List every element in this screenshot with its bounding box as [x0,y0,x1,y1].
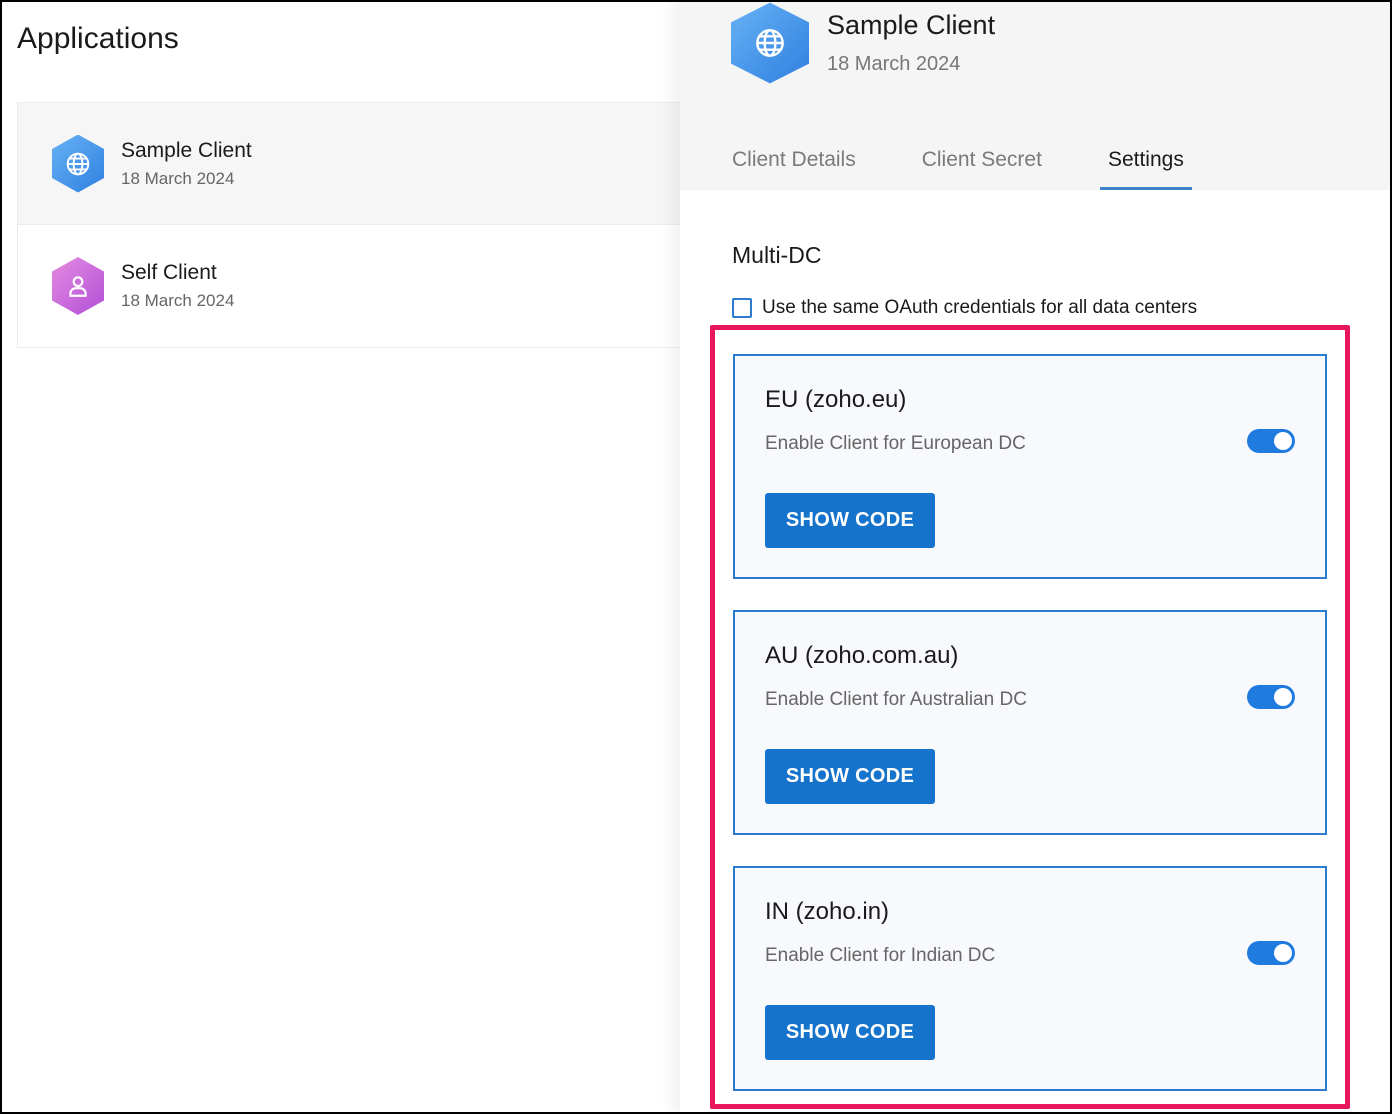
detail-header: Sample Client 18 March 2024 Client Detai… [680,0,1392,190]
detail-client-name: Sample Client [827,10,996,40]
detail-client-date: 18 March 2024 [827,53,961,75]
dc-description: Enable Client for Indian DC [765,945,996,966]
tab-settings[interactable]: Settings [1099,130,1192,190]
same-credentials-checkbox[interactable] [732,298,752,318]
globe-icon [52,134,104,193]
toggle-knob [1274,944,1292,962]
application-name: Sample Client [121,138,252,162]
toggle-knob [1274,688,1292,706]
tab-client-details[interactable]: Client Details [732,130,856,190]
dc-enable-toggle[interactable] [1247,941,1295,965]
dc-enable-toggle[interactable] [1247,685,1295,709]
toggle-knob [1274,432,1292,450]
application-date: 18 March 2024 [121,168,235,188]
detail-avatar [731,0,809,86]
globe-icon [731,2,809,84]
section-title: Multi-DC [732,242,822,268]
application-date: 18 March 2024 [121,291,235,310]
same-credentials-label: Use the same OAuth credentials for all d… [762,297,1198,318]
application-name: Self Client [121,261,217,284]
application-text: Sample Client 18 March 2024 [121,139,252,189]
dc-enable-toggle[interactable] [1247,429,1295,453]
application-item-self-client[interactable]: Self Client 18 March 2024 [18,225,716,347]
dc-description: Enable Client for European DC [765,433,1026,454]
show-code-button[interactable]: SHOW CODE [765,1005,935,1060]
application-text: Self Client 18 March 2024 [121,261,234,311]
show-code-button[interactable]: SHOW CODE [765,749,935,804]
applications-pane: Applications Sample Client 18 March 2024 [0,0,717,1114]
application-list: Sample Client 18 March 2024 Self Client … [17,102,717,348]
dc-card-au: AU (zoho.com.au) Enable Client for Austr… [733,610,1327,835]
tab-client-secret[interactable]: Client Secret [922,130,1042,190]
dc-title: AU (zoho.com.au) [765,642,959,669]
detail-tabs: Client Details Client Secret Settings [732,130,1250,190]
page-title: Applications [17,22,179,55]
dc-description: Enable Client for Australian DC [765,689,1027,710]
dc-title: IN (zoho.in) [765,898,890,925]
dc-card-eu: EU (zoho.eu) Enable Client for European … [733,354,1327,579]
show-code-button[interactable]: SHOW CODE [765,493,935,548]
application-item-sample-client[interactable]: Sample Client 18 March 2024 [18,103,716,225]
user-icon [52,257,104,315]
same-credentials-option[interactable]: Use the same OAuth credentials for all d… [732,297,1197,319]
dc-title: EU (zoho.eu) [765,386,907,413]
dc-card-in: IN (zoho.in) Enable Client for Indian DC… [733,866,1327,1091]
